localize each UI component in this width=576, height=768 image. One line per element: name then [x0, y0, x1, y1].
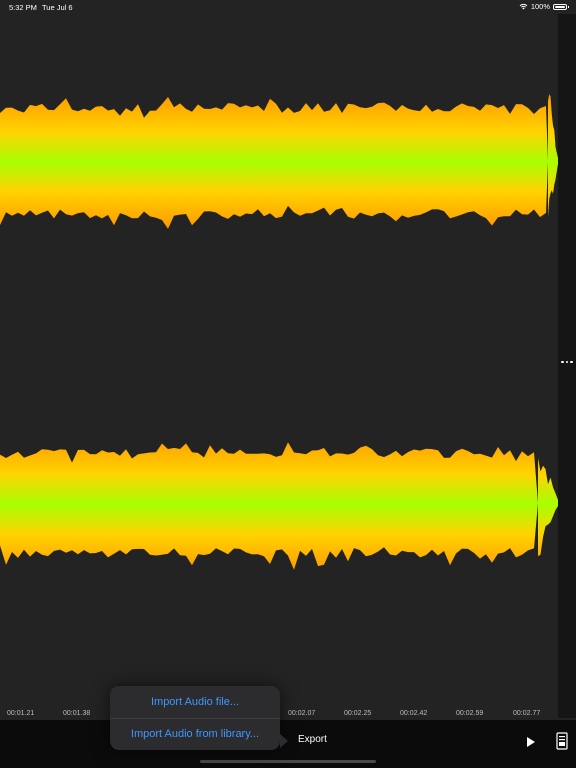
popup-arrow — [280, 734, 288, 748]
import-audio-file-label: Import Audio file... — [150, 696, 240, 708]
import-audio-library-item[interactable]: Import Audio from library... — [110, 718, 280, 750]
more-icon[interactable] — [560, 358, 574, 366]
status-date: Tue Jul 6 — [42, 3, 73, 12]
waveform-channel-left — [0, 94, 558, 229]
timeline-tick: 00:02.59 — [456, 710, 484, 717]
home-indicator — [200, 760, 376, 763]
import-audio-file-item[interactable]: Import Audio file... — [110, 686, 280, 718]
document-icon[interactable] — [556, 732, 568, 750]
import-audio-library-label: Import Audio from library... — [130, 728, 260, 740]
timeline-tick: 00:02.42 — [400, 710, 428, 717]
timeline-tick: 00:02.07 — [288, 710, 316, 717]
battery-icon — [553, 3, 569, 10]
timeline-tick: 00:02.77 — [513, 710, 541, 717]
timeline-tick: 00:01.38 — [63, 710, 91, 717]
waveform-view[interactable] — [0, 14, 576, 718]
export-button[interactable]: Export — [298, 734, 327, 745]
timeline-tick: 00:02.25 — [344, 710, 372, 717]
battery-percent: 100% — [530, 2, 550, 11]
status-right: 100% — [519, 2, 569, 11]
status-bar: 5:32 PM Tue Jul 6 100% — [0, 0, 576, 14]
timeline-tick: 00:01.21 — [7, 710, 35, 717]
import-popup-menu: Import Audio file... Import Audio from l… — [110, 686, 280, 750]
wifi-icon — [519, 3, 528, 10]
right-scroll-panel[interactable] — [558, 14, 576, 718]
status-time: 5:32 PM — [9, 3, 37, 12]
play-icon[interactable] — [526, 736, 536, 748]
waveform-channel-right — [0, 442, 558, 570]
